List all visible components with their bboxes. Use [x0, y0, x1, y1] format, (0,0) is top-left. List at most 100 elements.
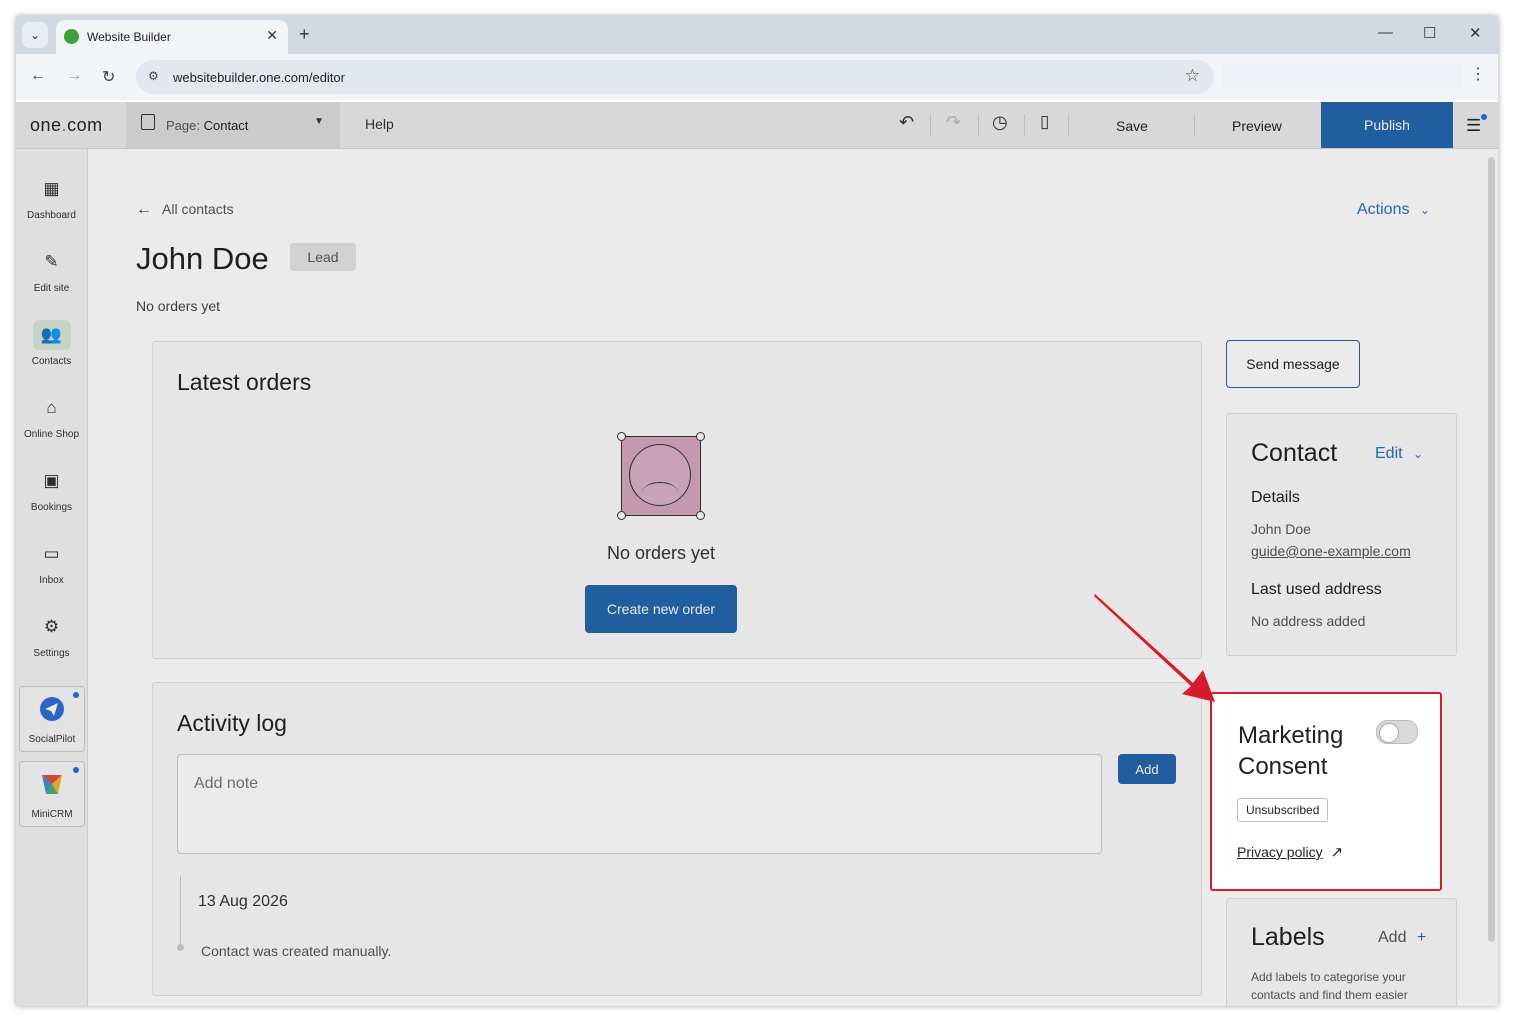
contact-name: John Doe [136, 241, 269, 276]
add-label-button[interactable]: Add + [1378, 929, 1426, 947]
log-entry-date: 13 Aug 2026 [198, 893, 288, 910]
browser-tab[interactable]: Website Builder ✕ [56, 20, 288, 54]
builder-toolbar: one.com Page: Contact ▼ Help ↶ ↷ ◷ ▯ Sav… [16, 102, 1498, 149]
address-bar[interactable]: ⚙ websitebuilder.one.com/editor ☆ [136, 60, 1214, 94]
app-minicrm[interactable]: MiniCRM [19, 761, 85, 827]
send-message-button[interactable]: Send message [1226, 340, 1360, 388]
page-selector-label: Page: Contact [166, 118, 248, 133]
highlight-arrow [1094, 594, 1215, 702]
extensions-area [1222, 63, 1462, 89]
labels-hint-line-2: contacts and find them easier [1251, 988, 1408, 1002]
dashboard-icon: ▦ [43, 179, 60, 198]
actions-dropdown[interactable]: Actions ⌄ [1357, 201, 1430, 219]
orders-summary: No orders yet [136, 298, 221, 314]
notification-dot [73, 692, 79, 698]
sidebar-item-label: Settings [33, 648, 70, 659]
sidebar-item-label: Dashboard [27, 210, 76, 221]
sad-face-icon [617, 432, 705, 520]
browser-toolbar: ← → ↻ ⚙ websitebuilder.one.com/editor ☆ … [16, 54, 1498, 100]
reload-icon[interactable]: ↻ [102, 67, 115, 87]
details-heading: Details [1251, 489, 1300, 506]
notification-dot [1481, 114, 1488, 120]
toolbar-divider [1068, 114, 1069, 136]
logo-left: one [30, 115, 62, 135]
minicrm-icon [42, 775, 62, 794]
sidebar-item-label: Contacts [31, 356, 72, 367]
handle [696, 432, 705, 441]
privacy-policy-text: Privacy policy [1237, 844, 1323, 860]
browser-window: ⌄ Website Builder ✕ + — ☐ ✕ ← → ↻ ⚙ webs… [16, 16, 1498, 1006]
site-info-icon[interactable]: ⚙ [148, 69, 159, 83]
add-note-button[interactable]: Add [1118, 754, 1176, 784]
mobile-view-icon[interactable]: ▯ [1040, 112, 1049, 132]
sidebar-item-inbox[interactable]: ▭ Inbox [16, 539, 87, 586]
close-tab-icon[interactable]: ✕ [266, 27, 278, 44]
sidebar-item-settings[interactable]: ⚙ Settings [16, 612, 87, 659]
tab-search-button[interactable]: ⌄ [22, 22, 48, 48]
actions-label: Actions [1357, 201, 1410, 218]
socialpilot-icon [40, 697, 64, 721]
page-prefix: Page: [166, 118, 200, 133]
sidebar-item-label: Edit site [33, 283, 70, 294]
browser-menu-icon[interactable]: ⋮ [1470, 64, 1486, 84]
empty-orders-text: No orders yet [606, 543, 716, 563]
gear-icon: ⚙ [43, 617, 60, 636]
edit-site-icon: ✎ [44, 252, 59, 271]
handle [696, 511, 705, 520]
privacy-policy-link[interactable]: Privacy policy ↗ [1237, 843, 1343, 861]
inbox-icon: ▭ [43, 544, 60, 563]
external-link-icon: ↗ [1330, 844, 1344, 861]
add-label-text: Add [1378, 929, 1407, 946]
chevron-down-icon: ⌄ [1419, 203, 1430, 217]
shop-icon: ⌂ [46, 398, 57, 417]
tab-strip: ⌄ Website Builder ✕ + — ☐ ✕ [16, 16, 1498, 54]
new-tab-icon[interactable]: + [299, 24, 310, 45]
page-scrollbar[interactable] [1488, 157, 1495, 942]
back-to-contacts-link[interactable]: ← All contacts [136, 201, 234, 219]
help-button[interactable]: Help [365, 116, 394, 132]
app-socialpilot[interactable]: SocialPilot [19, 686, 85, 752]
history-icon[interactable]: ◷ [992, 112, 1008, 133]
url-text: websitebuilder.one.com/editor [173, 70, 345, 85]
undo-icon[interactable]: ↶ [899, 112, 914, 133]
sidebar-item-label: Online Shop [23, 429, 80, 440]
note-placeholder: Add note [194, 775, 259, 792]
page-name: Contact [203, 118, 249, 133]
sidebar-item-bookings[interactable]: ▣ Bookings [16, 466, 87, 513]
contact-email-link[interactable]: guide@one-example.com [1251, 543, 1411, 559]
handle [617, 432, 626, 441]
toolbar-divider [930, 114, 931, 136]
contacts-icon: 👥 [32, 320, 71, 350]
address-heading: Last used address [1251, 581, 1382, 598]
minimize-icon[interactable]: — [1378, 24, 1393, 41]
preview-button[interactable]: Preview [1232, 118, 1282, 134]
sidebar-item-edit-site[interactable]: ✎ Edit site [16, 247, 87, 294]
labels-title: Labels [1251, 923, 1325, 951]
app-label: SocialPilot [28, 734, 76, 745]
chevron-down-icon: ▼ [314, 116, 324, 127]
save-button[interactable]: Save [1116, 118, 1148, 134]
toolbar-divider [1194, 114, 1195, 136]
toolbar-divider [1024, 114, 1025, 136]
onecom-logo: one.com [30, 115, 103, 136]
sidebar-item-contacts[interactable]: 👥 Contacts [16, 320, 87, 367]
activity-log-title: Activity log [177, 710, 287, 736]
create-order-button[interactable]: Create new order [585, 585, 737, 633]
menu-icon[interactable]: ☰ [1466, 114, 1488, 136]
app-label: MiniCRM [31, 809, 73, 820]
builder-app: one.com Page: Contact ▼ Help ↶ ↷ ◷ ▯ Sav… [16, 102, 1498, 1006]
forward-icon[interactable]: → [66, 67, 82, 85]
edit-contact-dropdown[interactable]: Edit ⌄ [1375, 445, 1423, 463]
add-note-field[interactable]: Add note [177, 754, 1102, 854]
publish-button[interactable]: Publish [1321, 102, 1453, 148]
sidebar-item-dashboard[interactable]: ▦ Dashboard [16, 174, 87, 221]
bookmark-star-icon[interactable]: ☆ [1185, 66, 1200, 86]
close-window-icon[interactable]: ✕ [1469, 24, 1482, 42]
sidebar-item-online-shop[interactable]: ⌂ Online Shop [16, 393, 87, 440]
marketing-consent-toggle[interactable] [1376, 720, 1418, 744]
maximize-icon[interactable]: ☐ [1423, 24, 1436, 42]
page-selector[interactable]: Page: Contact ▼ [126, 102, 340, 148]
redo-icon[interactable]: ↷ [946, 112, 961, 133]
back-icon[interactable]: ← [30, 67, 46, 85]
edit-label: Edit [1375, 445, 1403, 462]
